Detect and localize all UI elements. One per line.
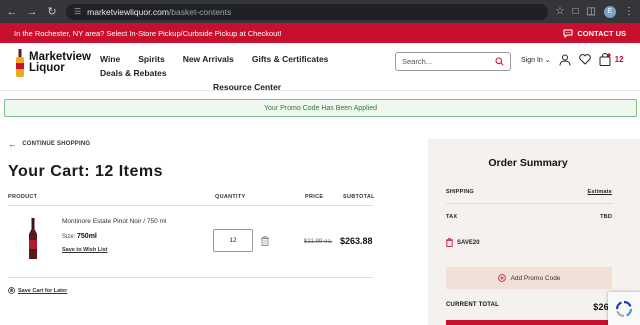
quantity-input[interactable]: 12 (213, 229, 253, 252)
sign-in-link[interactable]: Sign In ⌄ (521, 56, 551, 64)
bookmark-star-icon[interactable]: ☆ (556, 6, 565, 17)
unit-price: $21.99 ea. (304, 239, 333, 245)
browser-toolbar: ← → ↻ ☰ marketviewliquor.com/basket-cont… (0, 0, 640, 23)
chat-bubble-icon (563, 29, 573, 38)
pickup-announcement-text: In the Rochester, NY area? Select In-Sto… (14, 28, 282, 38)
extensions-icon[interactable]: □ (573, 6, 579, 17)
search-icon[interactable] (495, 57, 504, 66)
main-nav: Wine Spirits New Arrivals Gifts & Certif… (100, 54, 400, 92)
url-path: /basket-contents (168, 6, 232, 17)
item-subtotal: $263.88 (340, 236, 373, 246)
chevron-down-icon: ⌄ (544, 56, 551, 64)
cart-link[interactable]: 12 (599, 53, 624, 66)
nav-deals-rebates[interactable]: Deals & Rebates (100, 68, 167, 78)
profile-avatar[interactable]: E (604, 5, 616, 18)
current-total-label: CURRENT TOTAL (446, 302, 500, 308)
save-cart-for-later-label: Save Cart for Later (18, 287, 68, 294)
nav-wine[interactable]: Wine (100, 54, 120, 64)
add-promo-code-button[interactable]: Add Promo Code (446, 267, 612, 289)
product-image[interactable] (28, 218, 38, 260)
nav-spirits[interactable]: Spirits (138, 54, 164, 64)
url-host: marketviewliquor.com (87, 6, 169, 17)
pickup-announcement-bar: In the Rochester, NY area? Select In-Sto… (0, 23, 640, 43)
search-input[interactable]: Search... (395, 52, 511, 71)
reload-icon[interactable]: ↻ (46, 5, 58, 18)
recaptcha-badge[interactable] (608, 292, 640, 325)
add-promo-code-label: Add Promo Code (510, 274, 561, 282)
column-header-quantity: QUANTITY (215, 194, 246, 200)
column-header-price: PRICE (305, 194, 324, 200)
sidebar-icon[interactable]: ◫ (587, 6, 596, 17)
bottle-logo-icon (16, 49, 24, 77)
cart-count-badge: 12 (614, 55, 624, 64)
trash-icon[interactable] (261, 236, 269, 246)
heart-icon[interactable] (578, 54, 591, 65)
order-summary-title: Order Summary (488, 157, 568, 169)
contact-us-label: CONTACT US (577, 28, 626, 38)
logo-line-2: Liquor (29, 62, 65, 74)
trash-icon[interactable] (446, 238, 453, 247)
save-cart-for-later-link[interactable]: Save Cart for Later (8, 287, 67, 294)
tax-value: TBD (600, 214, 612, 220)
site-logo[interactable]: Marketview Liquor (14, 49, 96, 77)
back-arrow-icon[interactable]: ← (6, 6, 18, 18)
shipping-label: SHIPPING (446, 189, 474, 195)
contact-us-link[interactable]: CONTACT US (563, 29, 626, 38)
applied-coupon: SAVE20 (446, 238, 480, 247)
product-size-label: Size: (62, 234, 76, 240)
arrow-left-icon: ← (8, 139, 18, 149)
continue-shopping-label: CONTINUE SHOPPING (22, 141, 91, 147)
table-divider-bottom (8, 277, 373, 278)
shopping-bag-icon (599, 53, 611, 66)
site-header: Marketview Liquor Wine Spirits New Arriv… (0, 43, 640, 93)
nav-new-arrivals[interactable]: New Arrivals (183, 54, 234, 64)
checkout-button[interactable] (446, 320, 612, 325)
bookmark-circle-icon (8, 287, 15, 294)
address-bar[interactable]: ☰ marketviewliquor.com/basket-contents (66, 3, 548, 20)
product-name[interactable]: Montinore Estate Pinot Noir / 750 ml (62, 218, 166, 225)
user-icon[interactable] (559, 54, 571, 66)
coupon-code: SAVE20 (457, 239, 480, 246)
cart-title: Your Cart: 12 Items (8, 163, 164, 180)
header-divider (0, 90, 640, 91)
continue-shopping-link[interactable]: ← CONTINUE SHOPPING (8, 139, 90, 149)
shipping-row: SHIPPING Estimate (446, 189, 612, 195)
menu-kebab-icon[interactable]: ⋮ (624, 6, 634, 17)
table-divider-top (8, 205, 373, 206)
column-header-subtotal: SUBTOTAL (343, 194, 375, 200)
plus-circle-icon (497, 274, 506, 282)
search-placeholder: Search... (402, 57, 433, 66)
summary-divider (446, 203, 612, 204)
current-total-row: CURRENT TOTAL $263.8 (446, 302, 622, 312)
promo-applied-notice: Your Promo Code Has Been Applied (4, 99, 637, 117)
save-to-wish-list-link[interactable]: Save to Wish List (62, 247, 108, 253)
column-header-product: PRODUCT (8, 194, 38, 200)
product-size-value: 750ml (77, 233, 97, 240)
sign-in-label: Sign In (521, 56, 543, 64)
forward-arrow-icon[interactable]: → (26, 6, 38, 18)
tax-label: TAX (446, 214, 458, 220)
site-info-icon[interactable]: ☰ (74, 7, 81, 16)
recaptcha-icon (615, 300, 633, 317)
nav-gifts-certificates[interactable]: Gifts & Certificates (252, 54, 329, 64)
product-size: Size: 750ml (62, 233, 97, 240)
tax-row: TAX TBD (446, 214, 612, 220)
shipping-estimate-link[interactable]: Estimate (587, 189, 612, 195)
